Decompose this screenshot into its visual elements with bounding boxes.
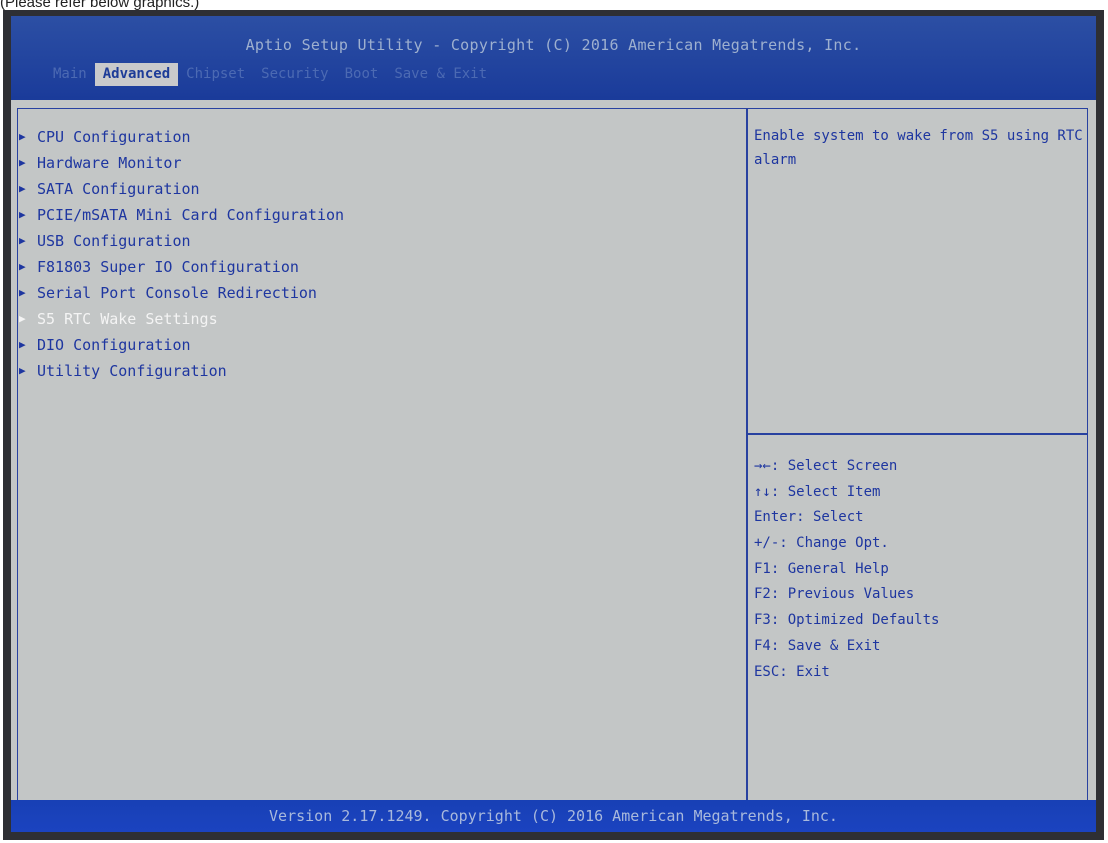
menu-item-super-io-configuration[interactable]: ▶ F81803 Super IO Configuration — [19, 254, 344, 280]
monitor-bezel: Aptio Setup Utility - Copyright (C) 2016… — [3, 10, 1104, 840]
key-hint-save-exit: F4: Save & Exit — [754, 637, 881, 654]
menu-item-label: S5 RTC Wake Settings — [37, 310, 218, 328]
key-hint-change-opt: +/-: Change Opt. — [754, 535, 889, 552]
bios-header: Aptio Setup Utility - Copyright (C) 2016… — [11, 16, 1096, 100]
key-hint-enter: Enter: Select — [754, 509, 864, 526]
tab-bar: Main Advanced Chipset Security Boot Save… — [45, 63, 495, 86]
triangle-right-icon: ▶ — [19, 338, 26, 351]
help-divider — [748, 433, 1087, 435]
menu-item-label: SATA Configuration — [37, 180, 200, 198]
menu-item-usb-configuration[interactable]: ▶ USB Configuration — [19, 228, 344, 254]
triangle-right-icon: ▶ — [19, 130, 26, 143]
tab-main[interactable]: Main — [45, 63, 95, 86]
advanced-menu: ▶ CPU Configuration ▶ Hardware Monitor ▶ SA… — [19, 124, 344, 384]
key-hint-general-help: F1: General Help — [754, 560, 889, 577]
menu-item-label: CPU Configuration — [37, 128, 191, 146]
menu-item-s5-rtc-wake-settings[interactable]: ▶ S5 RTC Wake Settings — [19, 306, 344, 332]
tab-save-exit[interactable]: Save & Exit — [386, 63, 495, 86]
menu-item-label: F81803 Super IO Configuration — [37, 258, 299, 276]
menu-item-label: PCIE/mSATA Mini Card Configuration — [37, 206, 345, 224]
menu-item-label: Hardware Monitor — [37, 154, 182, 172]
triangle-right-icon: ▶ — [19, 286, 26, 299]
key-hint-select-screen: →←: Select Screen — [754, 458, 898, 474]
triangle-right-icon: ▶ — [19, 364, 26, 377]
tab-boot[interactable]: Boot — [337, 63, 387, 86]
menu-item-serial-port-console-redirection[interactable]: ▶ Serial Port Console Redirection — [19, 280, 344, 306]
menu-item-cpu-configuration[interactable]: ▶ CPU Configuration — [19, 124, 344, 150]
triangle-right-icon: ▶ — [19, 208, 26, 221]
menu-item-utility-configuration[interactable]: ▶ Utility Configuration — [19, 358, 344, 384]
menu-item-pcie-msata-configuration[interactable]: ▶ PCIE/mSATA Mini Card Configuration — [19, 202, 344, 228]
key-hint-previous-values: F2: Previous Values — [754, 586, 915, 603]
version-footer: Version 2.17.1249. Copyright (C) 2016 Am… — [11, 800, 1096, 832]
key-hint-esc-exit: ESC: Exit — [754, 663, 830, 680]
triangle-right-icon: ▶ — [19, 156, 26, 169]
menu-item-dio-configuration[interactable]: ▶ DIO Configuration — [19, 332, 344, 358]
tab-advanced[interactable]: Advanced — [94, 63, 179, 86]
key-legend: →←: Select Screen ↑↓: Select Item Enter:… — [754, 454, 939, 685]
key-hint-select-item: ↑↓: Select Item — [754, 483, 881, 500]
triangle-right-icon: ▶ — [19, 182, 26, 195]
key-hint-optimized-defaults: F3: Optimized Defaults — [754, 612, 940, 629]
menu-item-label: Serial Port Console Redirection — [37, 284, 317, 302]
menu-item-label: DIO Configuration — [37, 336, 191, 354]
menu-item-label: Utility Configuration — [37, 362, 227, 380]
header-rule — [11, 96, 1096, 98]
tab-chipset[interactable]: Chipset — [178, 63, 253, 86]
tab-security[interactable]: Security — [253, 63, 336, 86]
triangle-right-icon: ▶ — [19, 234, 26, 247]
menu-item-label: USB Configuration — [37, 232, 191, 250]
item-help-text: Enable system to wake from S5 using RTC … — [754, 128, 1083, 168]
header-title: Aptio Setup Utility - Copyright (C) 2016… — [245, 36, 862, 54]
menu-item-sata-configuration[interactable]: ▶ SATA Configuration — [19, 176, 344, 202]
triangle-right-icon: ▶ — [19, 312, 26, 325]
menu-item-hardware-monitor[interactable]: ▶ Hardware Monitor — [19, 150, 344, 176]
triangle-right-icon: ▶ — [19, 260, 26, 273]
bios-screen: Aptio Setup Utility - Copyright (C) 2016… — [11, 16, 1096, 832]
